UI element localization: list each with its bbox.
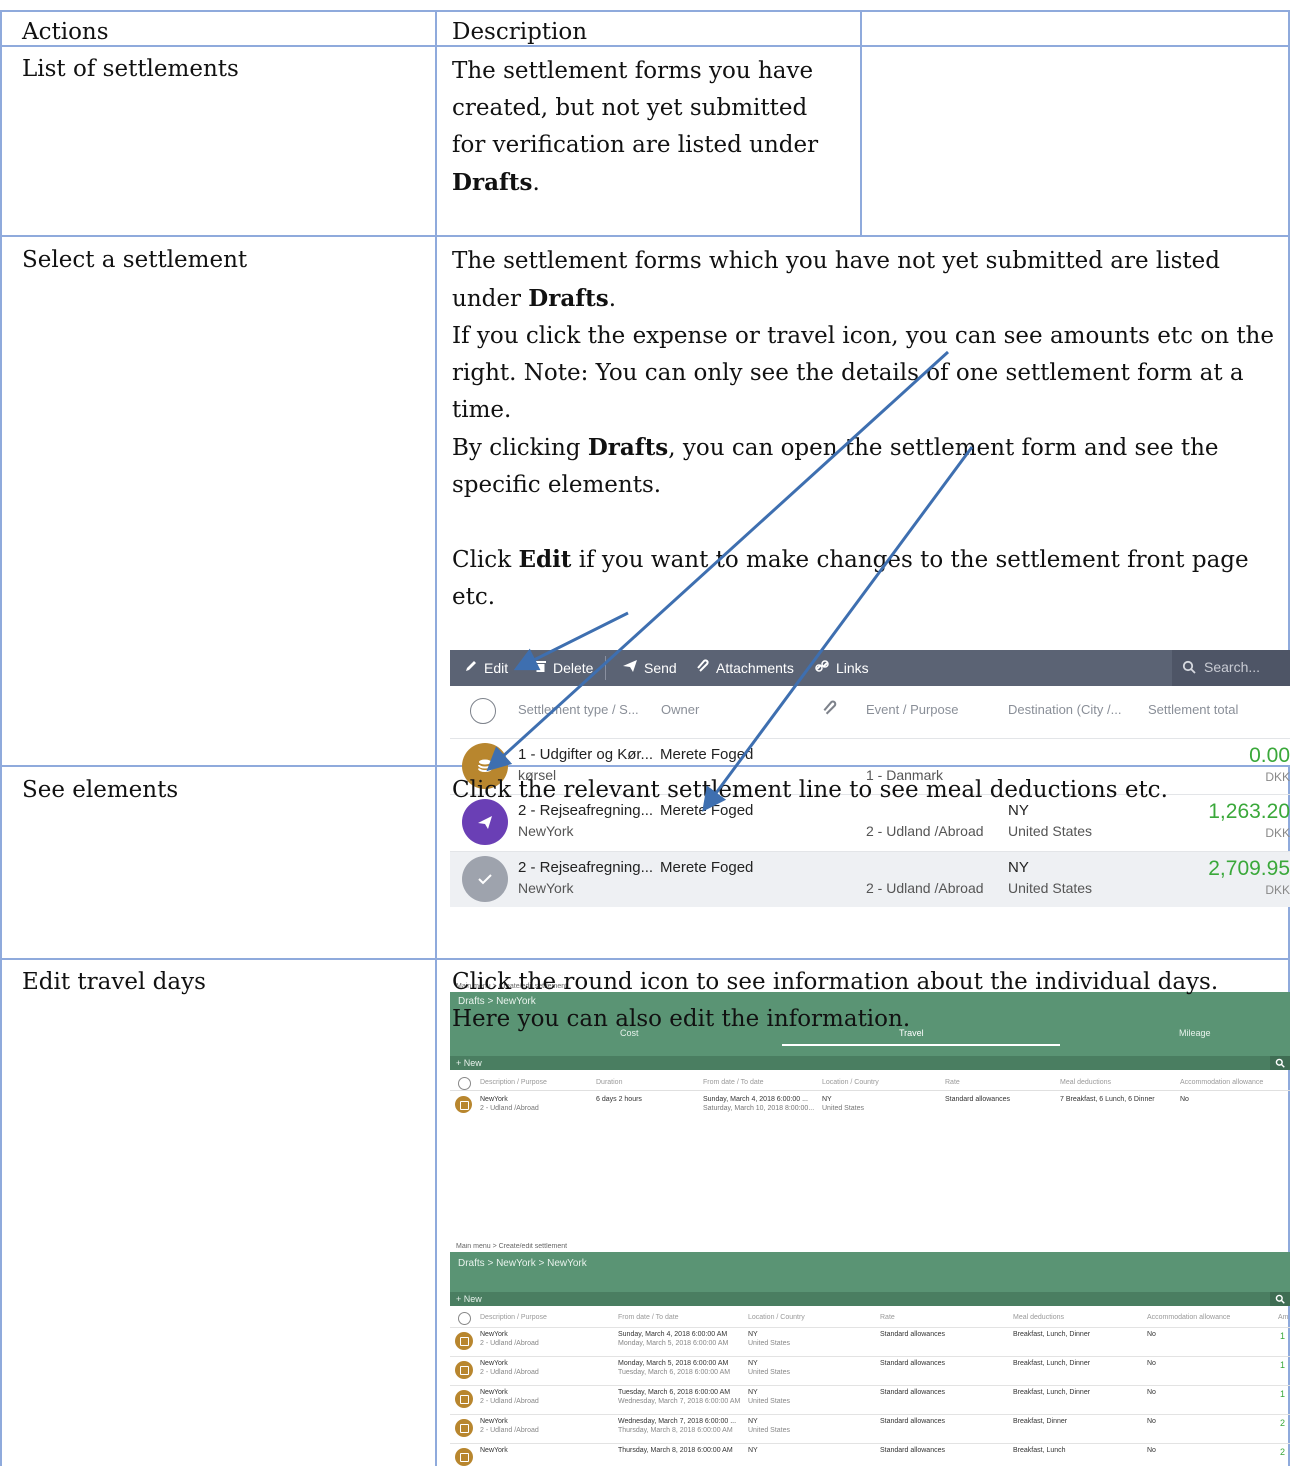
arrow-to-expense-icon [486, 350, 950, 772]
arrow-to-edit [513, 611, 629, 671]
arrow-to-owner [702, 446, 974, 812]
document-page: Actions Description List of settlements … [0, 0, 1290, 1466]
annotation-arrows [486, 350, 974, 812]
